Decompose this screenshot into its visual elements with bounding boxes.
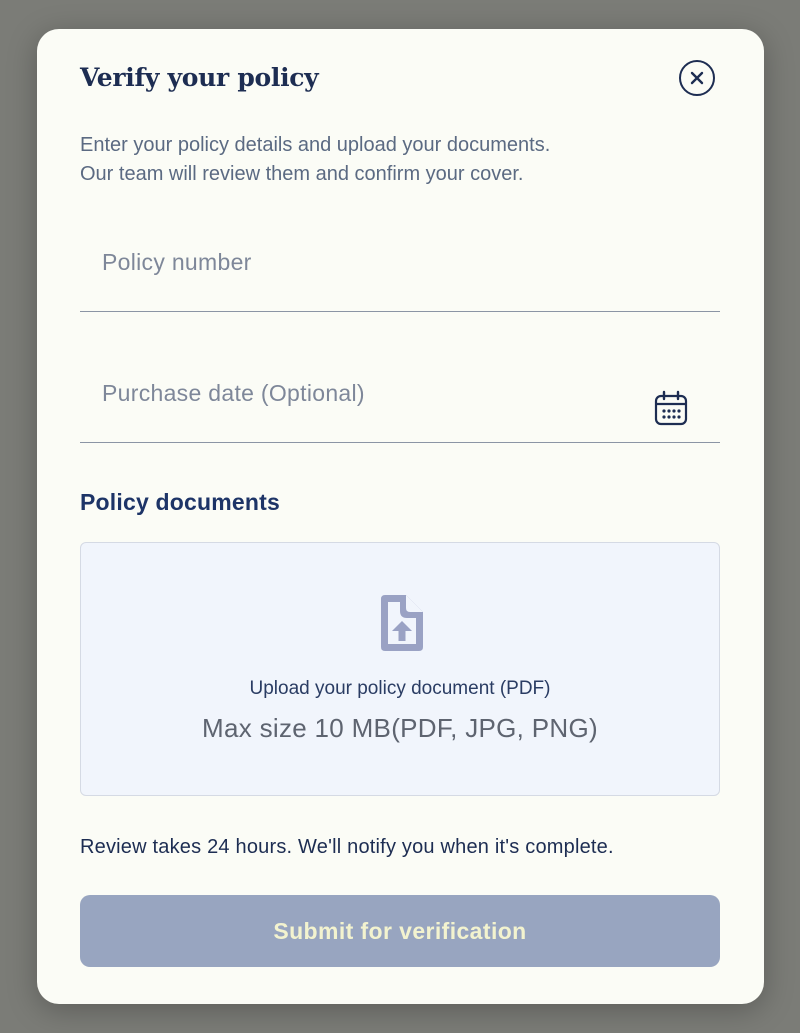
dialog-description: Enter your policy details and upload you… bbox=[80, 131, 680, 189]
close-icon bbox=[690, 71, 704, 85]
document-upload-dropzone[interactable]: Upload your policy document (PDF) Max si… bbox=[80, 542, 720, 796]
file-upload-icon bbox=[381, 595, 423, 651]
policy-number-field bbox=[80, 228, 720, 312]
submit-button[interactable]: Submit for verification bbox=[80, 895, 720, 967]
upload-title: Upload your policy document (PDF) bbox=[249, 678, 551, 699]
dialog-title: Verify your policy bbox=[80, 63, 319, 92]
close-button[interactable] bbox=[679, 60, 715, 96]
policy-documents-label: Policy documents bbox=[80, 489, 281, 515]
policy-number-input[interactable] bbox=[80, 228, 720, 311]
calendar-icon bbox=[654, 390, 688, 426]
review-notice: Review takes 24 hours. We'll notify you … bbox=[80, 836, 614, 858]
purchase-date-input[interactable] bbox=[80, 359, 720, 442]
description-line-2: Our team will review them and confirm yo… bbox=[80, 163, 524, 185]
calendar-button[interactable] bbox=[654, 390, 688, 426]
purchase-date-field bbox=[80, 359, 720, 443]
upload-constraints: Max size 10 MB(PDF, JPG, PNG) bbox=[202, 713, 598, 743]
verify-policy-dialog: Verify your policy Enter your policy det… bbox=[37, 29, 764, 1004]
description-line-1: Enter your policy details and upload you… bbox=[80, 134, 551, 156]
